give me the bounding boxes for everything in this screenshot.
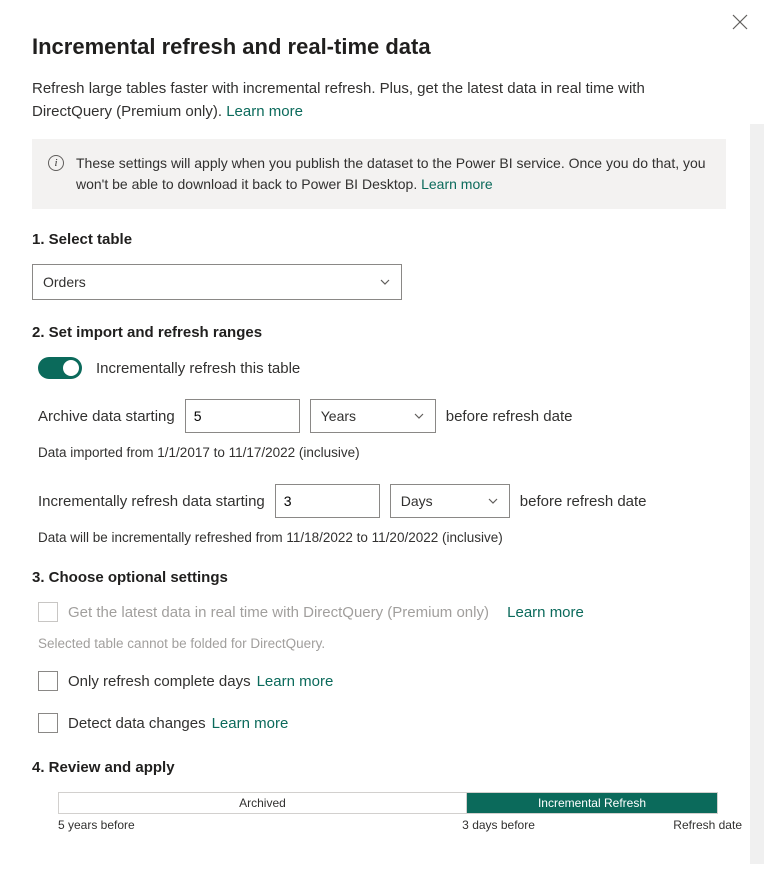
dialog-title: Incremental refresh and real-time data bbox=[32, 34, 726, 60]
table-select-dropdown[interactable]: Orders bbox=[32, 264, 402, 300]
archive-unit-value: Years bbox=[321, 408, 356, 424]
info-icon: i bbox=[48, 155, 64, 171]
close-icon bbox=[732, 14, 748, 30]
table-select-value: Orders bbox=[43, 274, 86, 290]
close-button[interactable] bbox=[732, 14, 752, 34]
directquery-learn-more-link[interactable]: Learn more bbox=[507, 604, 584, 621]
refresh-unit-value: Days bbox=[401, 493, 433, 509]
incremental-refresh-toggle[interactable] bbox=[38, 357, 82, 379]
refresh-prefix: Incrementally refresh data starting bbox=[38, 493, 265, 510]
refresh-hint: Data will be incrementally refreshed fro… bbox=[32, 530, 726, 545]
timeline: Archived Incremental Refresh 5 years bef… bbox=[32, 792, 726, 834]
step1-heading: 1. Select table bbox=[32, 231, 726, 248]
step2-heading: 2. Set import and refresh ranges bbox=[32, 324, 726, 341]
info-banner: i These settings will apply when you pub… bbox=[32, 139, 726, 209]
chevron-down-icon bbox=[379, 276, 391, 288]
banner-learn-more-link[interactable]: Learn more bbox=[421, 176, 493, 192]
info-banner-text: These settings will apply when you publi… bbox=[76, 153, 710, 195]
timeline-label-mid: 3 days before bbox=[462, 818, 535, 832]
banner-message: These settings will apply when you publi… bbox=[76, 155, 706, 192]
chevron-down-icon bbox=[413, 410, 425, 422]
subtitle-text: Refresh large tables faster with increme… bbox=[32, 80, 645, 120]
refresh-unit-select[interactable]: Days bbox=[390, 484, 510, 518]
chevron-down-icon bbox=[487, 495, 499, 507]
archive-suffix: before refresh date bbox=[446, 408, 573, 425]
step3-heading: 3. Choose optional settings bbox=[32, 569, 726, 586]
archive-value-input[interactable] bbox=[185, 399, 300, 433]
timeline-label-right: Refresh date bbox=[673, 818, 742, 832]
refresh-value-input[interactable] bbox=[275, 484, 380, 518]
scrollbar[interactable] bbox=[750, 124, 764, 864]
directquery-checkbox bbox=[38, 602, 58, 622]
archive-unit-select[interactable]: Years bbox=[310, 399, 436, 433]
learn-more-link[interactable]: Learn more bbox=[226, 103, 303, 120]
complete-days-learn-more-link[interactable]: Learn more bbox=[257, 673, 334, 690]
archive-prefix: Archive data starting bbox=[38, 408, 175, 425]
complete-days-checkbox[interactable] bbox=[38, 671, 58, 691]
detect-changes-label: Detect data changes bbox=[68, 715, 206, 732]
refresh-suffix: before refresh date bbox=[520, 493, 647, 510]
timeline-label-left: 5 years before bbox=[58, 818, 135, 832]
archive-hint: Data imported from 1/1/2017 to 11/17/202… bbox=[32, 445, 726, 460]
directquery-label: Get the latest data in real time with Di… bbox=[68, 604, 489, 621]
complete-days-label: Only refresh complete days bbox=[68, 673, 251, 690]
detect-changes-checkbox[interactable] bbox=[38, 713, 58, 733]
step4-heading: 4. Review and apply bbox=[32, 759, 726, 776]
directquery-note: Selected table cannot be folded for Dire… bbox=[32, 636, 726, 651]
timeline-archived-segment: Archived bbox=[59, 793, 467, 813]
detect-changes-learn-more-link[interactable]: Learn more bbox=[212, 715, 289, 732]
timeline-incremental-segment: Incremental Refresh bbox=[467, 793, 717, 813]
dialog-subtitle: Refresh large tables faster with increme… bbox=[32, 78, 726, 123]
incremental-refresh-toggle-label: Incrementally refresh this table bbox=[96, 360, 300, 377]
